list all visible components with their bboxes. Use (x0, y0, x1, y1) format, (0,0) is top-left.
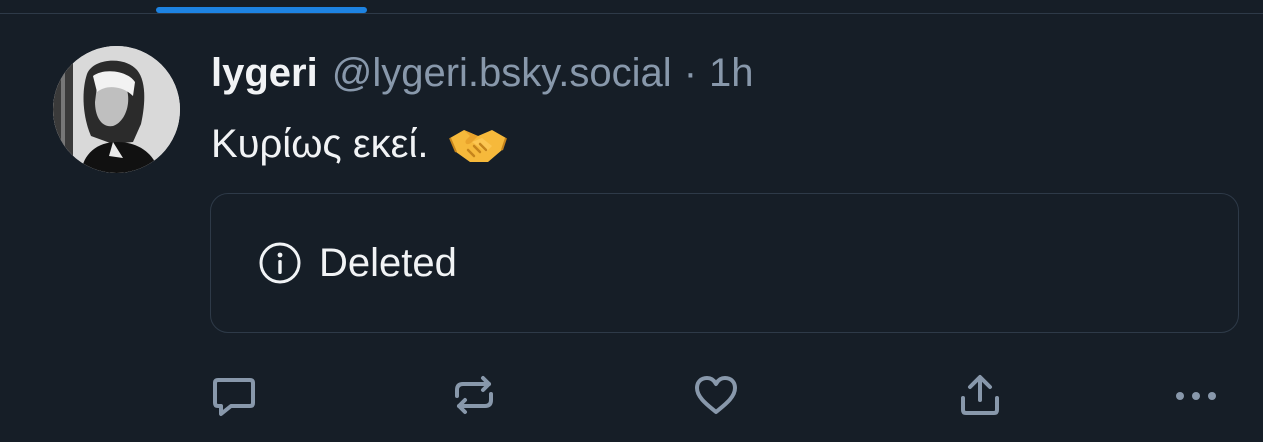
post-thread-view: lygeri @lygeri.bsky.social · 1h Κυρίως ε… (0, 0, 1263, 442)
info-circle-icon (258, 241, 302, 285)
tab-bar (0, 0, 1263, 14)
heart-icon (695, 376, 737, 414)
quoted-post-card[interactable]: Deleted (210, 193, 1239, 333)
post-action-bar (0, 368, 1263, 422)
repost-button[interactable] (447, 368, 501, 422)
repost-icon (455, 376, 493, 414)
header-separator: · (683, 51, 698, 95)
post-text-content: Κυρίως εκεί. (211, 122, 429, 166)
more-icon (1176, 392, 1216, 400)
reply-icon (213, 378, 255, 416)
more-options-button[interactable] (1169, 368, 1223, 422)
handshake-emoji (448, 120, 508, 168)
post-text: Κυρίως εκεί. (211, 118, 508, 170)
avatar-photo (53, 46, 180, 173)
deleted-status-label: Deleted (319, 241, 457, 285)
avatar[interactable] (53, 46, 180, 173)
share-button[interactable] (953, 368, 1007, 422)
post-header: lygeri @lygeri.bsky.social · 1h (211, 49, 754, 97)
active-tab-indicator (156, 7, 367, 13)
author-handle[interactable]: @lygeri.bsky.social (332, 49, 672, 97)
like-button[interactable] (689, 368, 743, 422)
share-icon (961, 375, 999, 415)
reply-button[interactable] (207, 368, 261, 422)
post-timestamp[interactable]: 1h (709, 49, 754, 97)
author-display-name[interactable]: lygeri (211, 49, 318, 97)
